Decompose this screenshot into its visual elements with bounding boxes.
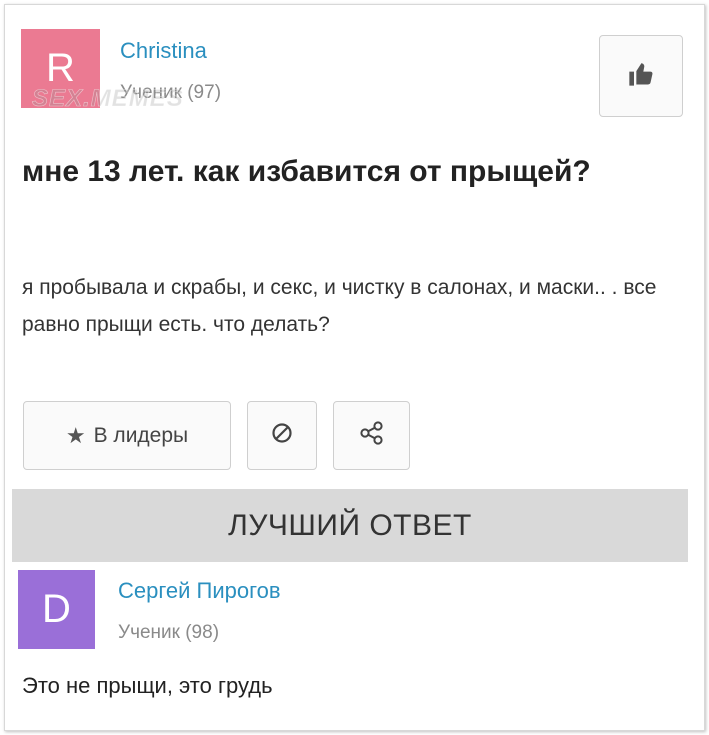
watermark-logo: SEX.MEMES — [32, 80, 192, 120]
best-answer-label: ЛУЧШИЙ ОТВЕТ — [228, 508, 472, 542]
question-text: я пробывала и скрабы, и секс, и чистку в… — [22, 276, 657, 336]
answer-author-name[interactable]: Сергей Пирогов — [118, 578, 281, 604]
avatar-initial: D — [42, 587, 71, 631]
like-button[interactable] — [599, 35, 683, 117]
to-leaders-button[interactable]: ★ В лидеры — [23, 401, 231, 470]
share-icon — [359, 420, 385, 452]
star-icon: ★ — [65, 422, 86, 448]
answer-author-rank: Ученик (98) — [118, 622, 220, 643]
share-button[interactable] — [333, 401, 410, 470]
best-answer-text: Это не прыщи, это грудь — [22, 673, 273, 698]
svg-text:SEX.MEMES: SEX.MEMES — [32, 85, 184, 112]
question-title: мне 13 лет. как избавится от прыщей? — [22, 155, 591, 188]
answer-author-avatar[interactable]: D — [18, 570, 95, 649]
best-answer-header: ЛУЧШИЙ ОТВЕТ — [12, 489, 688, 562]
to-leaders-label: В лидеры — [93, 423, 189, 447]
thumbs-up-icon — [627, 60, 655, 93]
block-icon — [271, 422, 293, 450]
block-button[interactable] — [247, 401, 317, 470]
watermark-image: SEX.MEMES — [32, 85, 184, 113]
question-author-name[interactable]: Christina — [120, 38, 207, 64]
